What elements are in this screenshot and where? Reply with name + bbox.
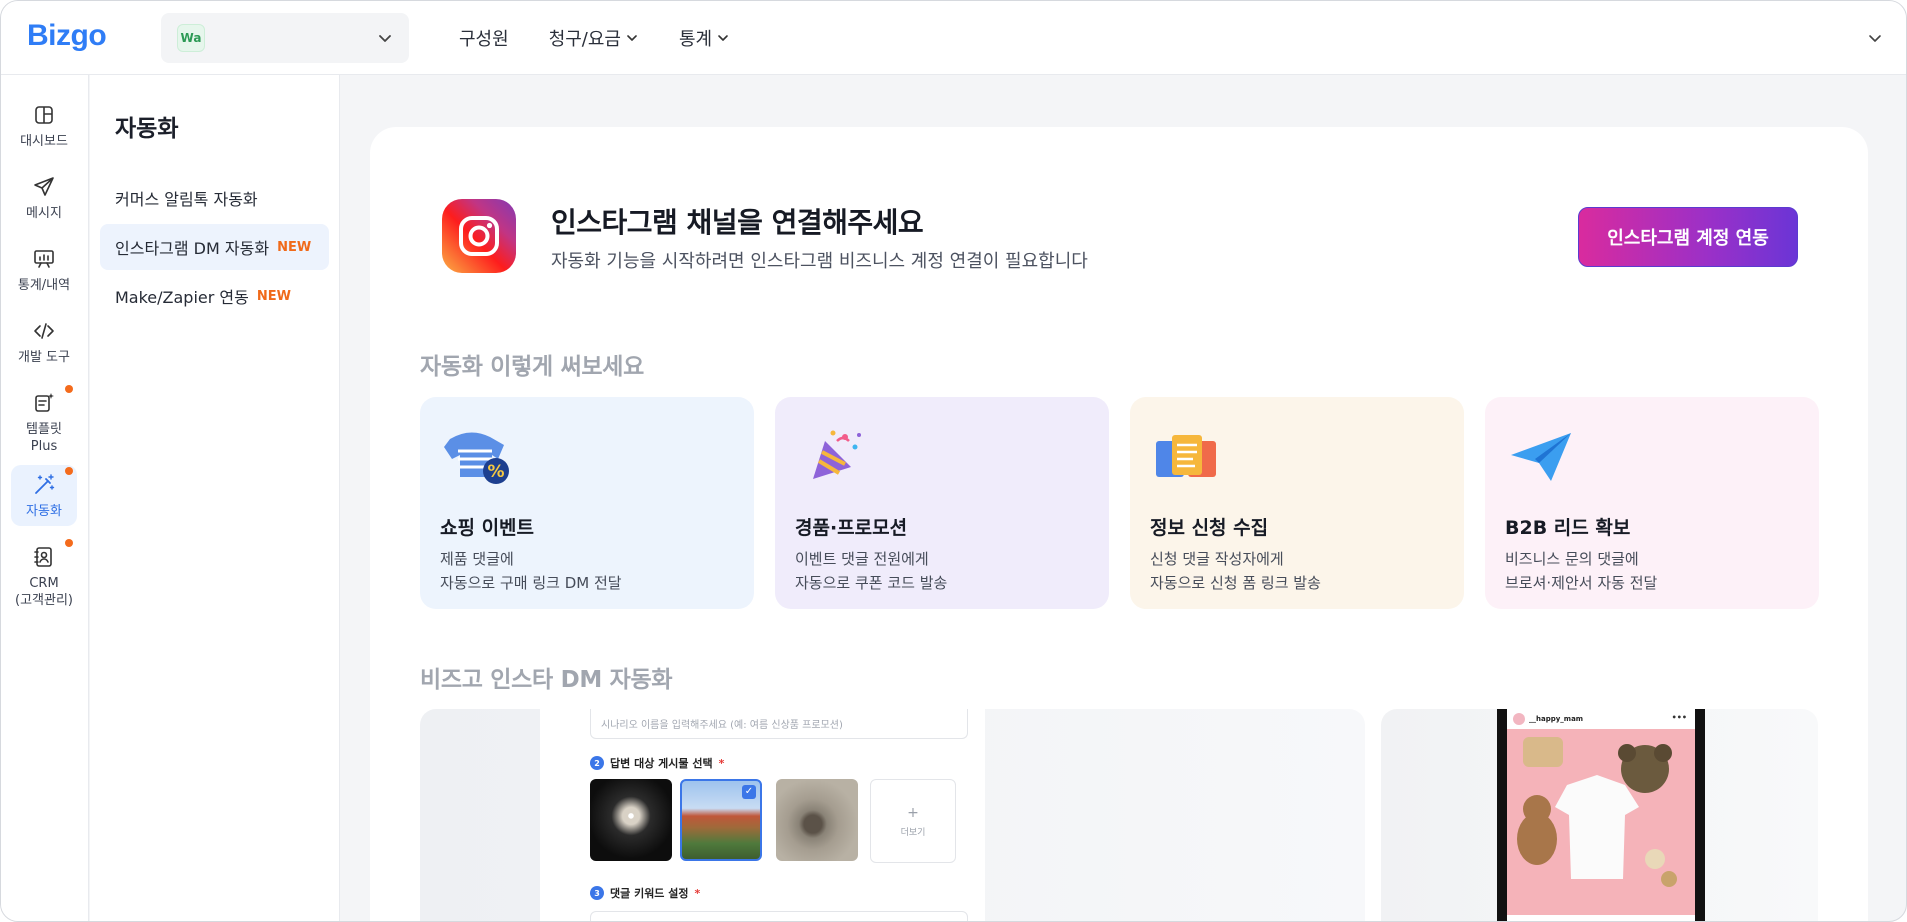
topnav-billing[interactable]: 청구/요금 [549, 25, 639, 51]
code-icon [34, 323, 54, 339]
hero-subtitle: 자동화 기능을 시작하려면 인스타그램 비즈니스 계정 연결이 필요합니다 [551, 251, 1088, 272]
avatar [1513, 713, 1525, 725]
new-badge: NEW [256, 288, 291, 304]
new-badge: NEW [277, 239, 312, 255]
paper-plane-icon [1511, 433, 1571, 481]
rail-automation[interactable]: 자동화 [11, 465, 77, 526]
post-thumbnail-tree: ✓ [680, 779, 762, 861]
rail-template-plus[interactable]: 템플릿 Plus [11, 383, 77, 461]
main-content-card: 인스타그램 채널을 연결해주세요 자동화 기능을 시작하려면 인스타그램 비즈니… [370, 127, 1868, 921]
instagram-icon [442, 199, 516, 273]
svg-text:%: % [487, 462, 504, 482]
chevron-down-icon [627, 35, 637, 41]
baby-clothes-illustration [1507, 729, 1695, 915]
connect-instagram-button[interactable]: 인스타그램 계정 연동 [1578, 207, 1798, 267]
top-nav: 구성원 청구/요금 통계 [459, 25, 770, 51]
usecase-card-b2b-lead[interactable]: B2B 리드 확보 비즈니스 문의 댓글에 브로셔·제안서 자동 전달 [1485, 397, 1819, 609]
more-posts-button: + 더보기 [870, 779, 956, 863]
subnav-item-instagram-dm[interactable]: 인스타그램 DM 자동화 NEW [100, 224, 329, 270]
dashboard-icon [35, 106, 53, 124]
subnav-item-commerce-alimtalk[interactable]: 커머스 알림톡 자동화 [100, 175, 329, 221]
notification-dot [65, 467, 73, 475]
notification-dot [65, 539, 73, 547]
subnav-item-make-zapier[interactable]: Make/Zapier 연동 NEW [100, 273, 329, 319]
preview-scenario-form: 시나리오 이름을 입력해주세요 (예: 여름 신상품 프로모션) 2 답변 대상… [420, 709, 1365, 921]
usecase-card-shopping[interactable]: % 쇼핑 이벤트 제품 댓글에 자동으로 구매 링크 DM 전달 [420, 397, 754, 609]
documents-icon [1156, 435, 1216, 477]
preview-section-title: 비즈고 인스타 DM 자동화 [420, 667, 673, 693]
more-icon: ••• [1671, 713, 1687, 722]
app-window: Bizgo Wa 구성원 청구/요금 통계 대시보드 메시지 통계/내역 개발 … [0, 0, 1907, 922]
contact-book-icon [34, 547, 52, 567]
magic-wand-icon [35, 474, 55, 494]
rail-dashboard[interactable]: 대시보드 [11, 95, 77, 156]
phone-mockup: __happy_mam ••• [1497, 709, 1705, 921]
post-header: __happy_mam ••• [1507, 709, 1695, 729]
scenario-form-mock: 시나리오 이름을 입력해주세요 (예: 여름 신상품 프로모션) 2 답변 대상… [540, 709, 985, 921]
template-sparkle-icon [35, 393, 54, 412]
bizgo-logo[interactable]: Bizgo [27, 19, 107, 53]
topnav-members[interactable]: 구성원 [459, 25, 509, 51]
rail-stats[interactable]: 통계/내역 [11, 239, 77, 300]
post-thumbnail-cat [776, 779, 858, 861]
hero-title: 인스타그램 채널을 연결해주세요 [551, 206, 924, 239]
rail-message[interactable]: 메시지 [11, 167, 77, 228]
subnav-title: 자동화 [115, 116, 179, 142]
usecase-card-promotion[interactable]: 경품·프로모션 이벤트 댓글 전원에게 자동으로 쿠폰 코드 발송 [775, 397, 1109, 609]
send-icon [34, 177, 54, 196]
topnav-stats[interactable]: 통계 [679, 25, 730, 51]
chevron-down-icon [718, 35, 728, 41]
preview-instagram-post: __happy_mam ••• [1381, 709, 1818, 921]
usecase-card-info-request[interactable]: 정보 신청 수집 신청 댓글 작성자에게 자동으로 신청 폼 링크 발송 [1130, 397, 1464, 609]
chevron-down-icon [379, 35, 391, 42]
step-select-post: 2 답변 대상 게시물 선택 * [590, 755, 724, 771]
post-photo-baby-clothes [1507, 729, 1695, 915]
keyword-input [590, 911, 968, 921]
rail-dev-tools[interactable]: 개발 도구 [11, 311, 77, 372]
party-popper-icon [813, 430, 861, 479]
notification-dot [65, 385, 73, 393]
rail-crm[interactable]: CRM (고객관리) [11, 537, 77, 615]
icon-rail: 대시보드 메시지 통계/내역 개발 도구 템플릿 Plus 자동화 CRM (고… [1, 75, 89, 921]
check-icon: ✓ [742, 785, 756, 799]
shopping-tshirt-icon: % [444, 432, 509, 484]
scenario-name-input: 시나리오 이름을 입력해주세요 (예: 여름 신상품 프로모션) [590, 709, 968, 739]
account-menu-chevron-icon[interactable] [1866, 29, 1884, 47]
workspace-badge: Wa [177, 24, 205, 52]
chart-board-icon [34, 250, 54, 268]
step-keyword-setting: 3 댓글 키워드 설정 * [590, 885, 700, 901]
usecases-section-title: 자동화 이렇게 써보세요 [420, 354, 645, 380]
top-bar: Bizgo Wa 구성원 청구/요금 통계 [1, 1, 1906, 75]
post-thumbnail-fireworks [590, 779, 672, 861]
workspace-selector[interactable]: Wa [161, 13, 409, 63]
automation-subnav: 자동화 커머스 알림톡 자동화 인스타그램 DM 자동화 NEW Make/Za… [90, 75, 340, 921]
